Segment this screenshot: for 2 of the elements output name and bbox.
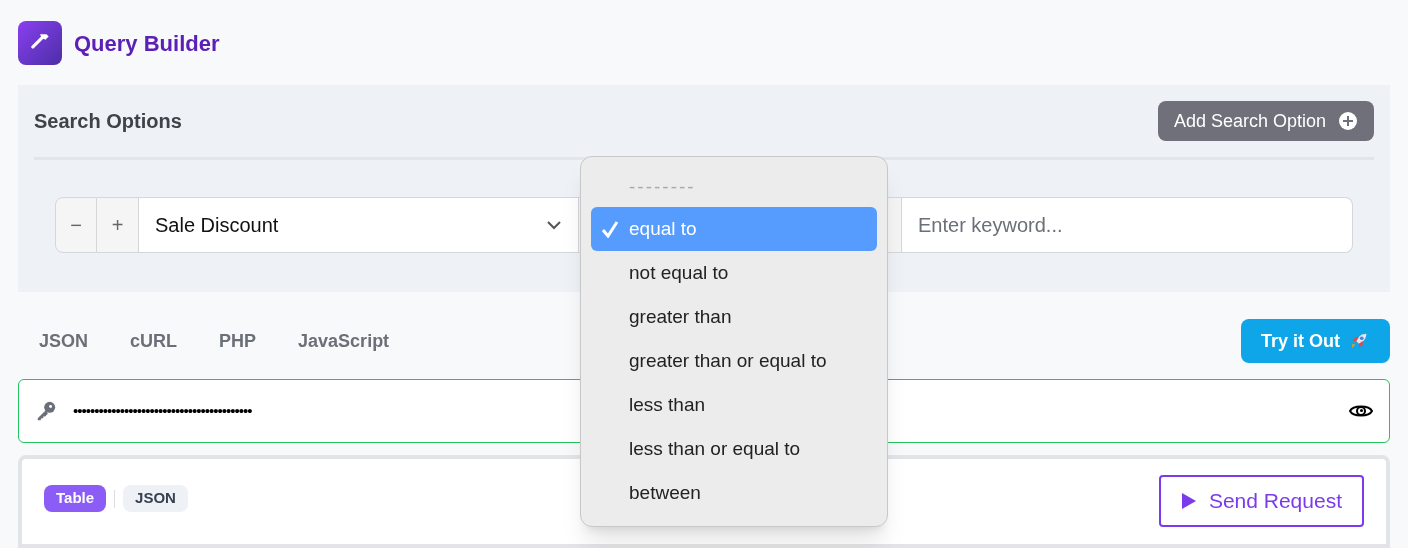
page-title: Query Builder [74,29,220,58]
section-title: Search Options [34,109,182,134]
